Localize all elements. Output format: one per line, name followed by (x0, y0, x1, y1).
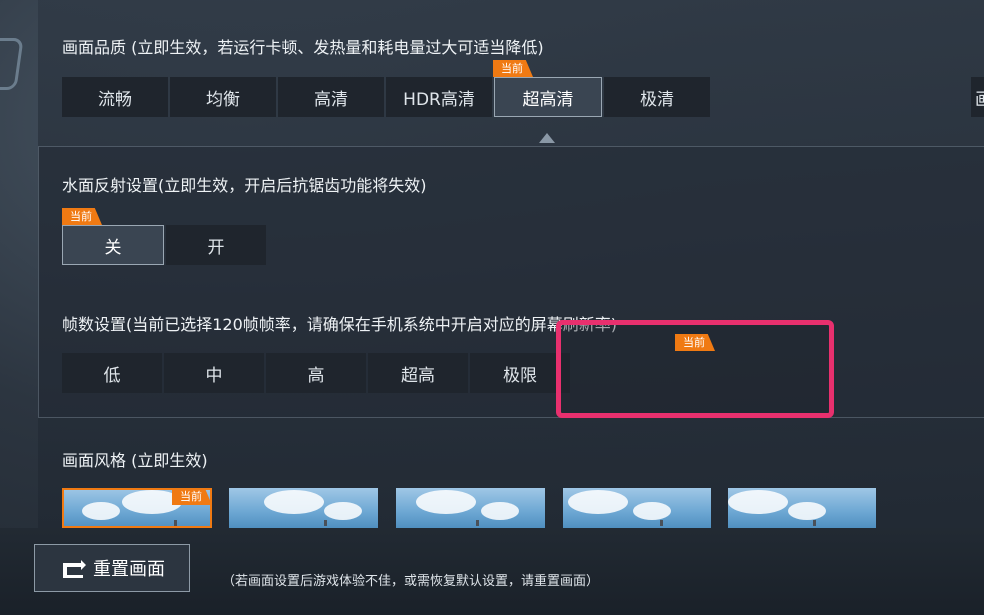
style-thumbnail[interactable] (563, 488, 711, 528)
fps-selector: 低 中 高 超高 极限 (62, 353, 570, 393)
reset-graphics-label: 重置画面 (93, 559, 165, 580)
reset-graphics-button[interactable]: 重置画面 (34, 544, 190, 592)
water-reflection-title: 水面反射设置(立即生效，开启后抗锯齿功能将失效) (62, 176, 427, 195)
fps-option-extreme[interactable]: 极限 (470, 353, 570, 393)
reset-hint: （若画面设置后游戏体验不佳，或需恢复默认设置，请重置画面） (222, 574, 600, 589)
water-reflection-on[interactable]: 开 (166, 225, 266, 265)
current-badge: 当前 (172, 488, 212, 505)
quality-option-next-partial[interactable]: 画 (971, 77, 984, 117)
water-reflection-off[interactable]: 当前 关 (62, 208, 164, 265)
quality-option-extreme-hd[interactable]: 极清 (604, 77, 710, 117)
water-option-label: 关 (104, 237, 122, 258)
style-thumbnail[interactable]: 当前 (62, 488, 212, 528)
quality-option-label: 超高清 (522, 89, 574, 110)
fps-option-low[interactable]: 低 (62, 353, 162, 393)
back-edge-decoration (0, 38, 24, 90)
fps-option-medium[interactable]: 中 (164, 353, 264, 393)
quality-option-balanced[interactable]: 均衡 (170, 77, 276, 117)
quality-option-hd[interactable]: 高清 (278, 77, 384, 117)
style-thumbnail[interactable] (396, 488, 545, 528)
fps-title: 帧数设置(当前已选择120帧帧率，请确保在手机系统中开启对应的屏幕刷新率) (62, 315, 618, 334)
quality-option-hdr-hd[interactable]: HDR高清 (386, 77, 492, 117)
quality-title: 画面品质 (立即生效，若运行卡顿、发热量和耗电量过大可适当降低) (62, 38, 544, 57)
style-thumbnail[interactable] (229, 488, 378, 528)
style-title: 画面风格 (立即生效) (62, 451, 208, 470)
fps-option-ultra[interactable]: 超高 (368, 353, 468, 393)
water-reflection-selector: 当前 关 开 (62, 208, 266, 265)
quality-option-ultra-hd[interactable]: 当前 超高清 (493, 60, 602, 117)
reset-icon (59, 557, 87, 579)
selection-caret (539, 133, 555, 143)
fps-option-high[interactable]: 高 (266, 353, 366, 393)
quality-selector: 流畅 均衡 高清 HDR高清 当前 超高清 极清 (62, 60, 710, 117)
style-thumbnail[interactable] (728, 488, 876, 528)
quality-option-smooth[interactable]: 流畅 (62, 77, 168, 117)
